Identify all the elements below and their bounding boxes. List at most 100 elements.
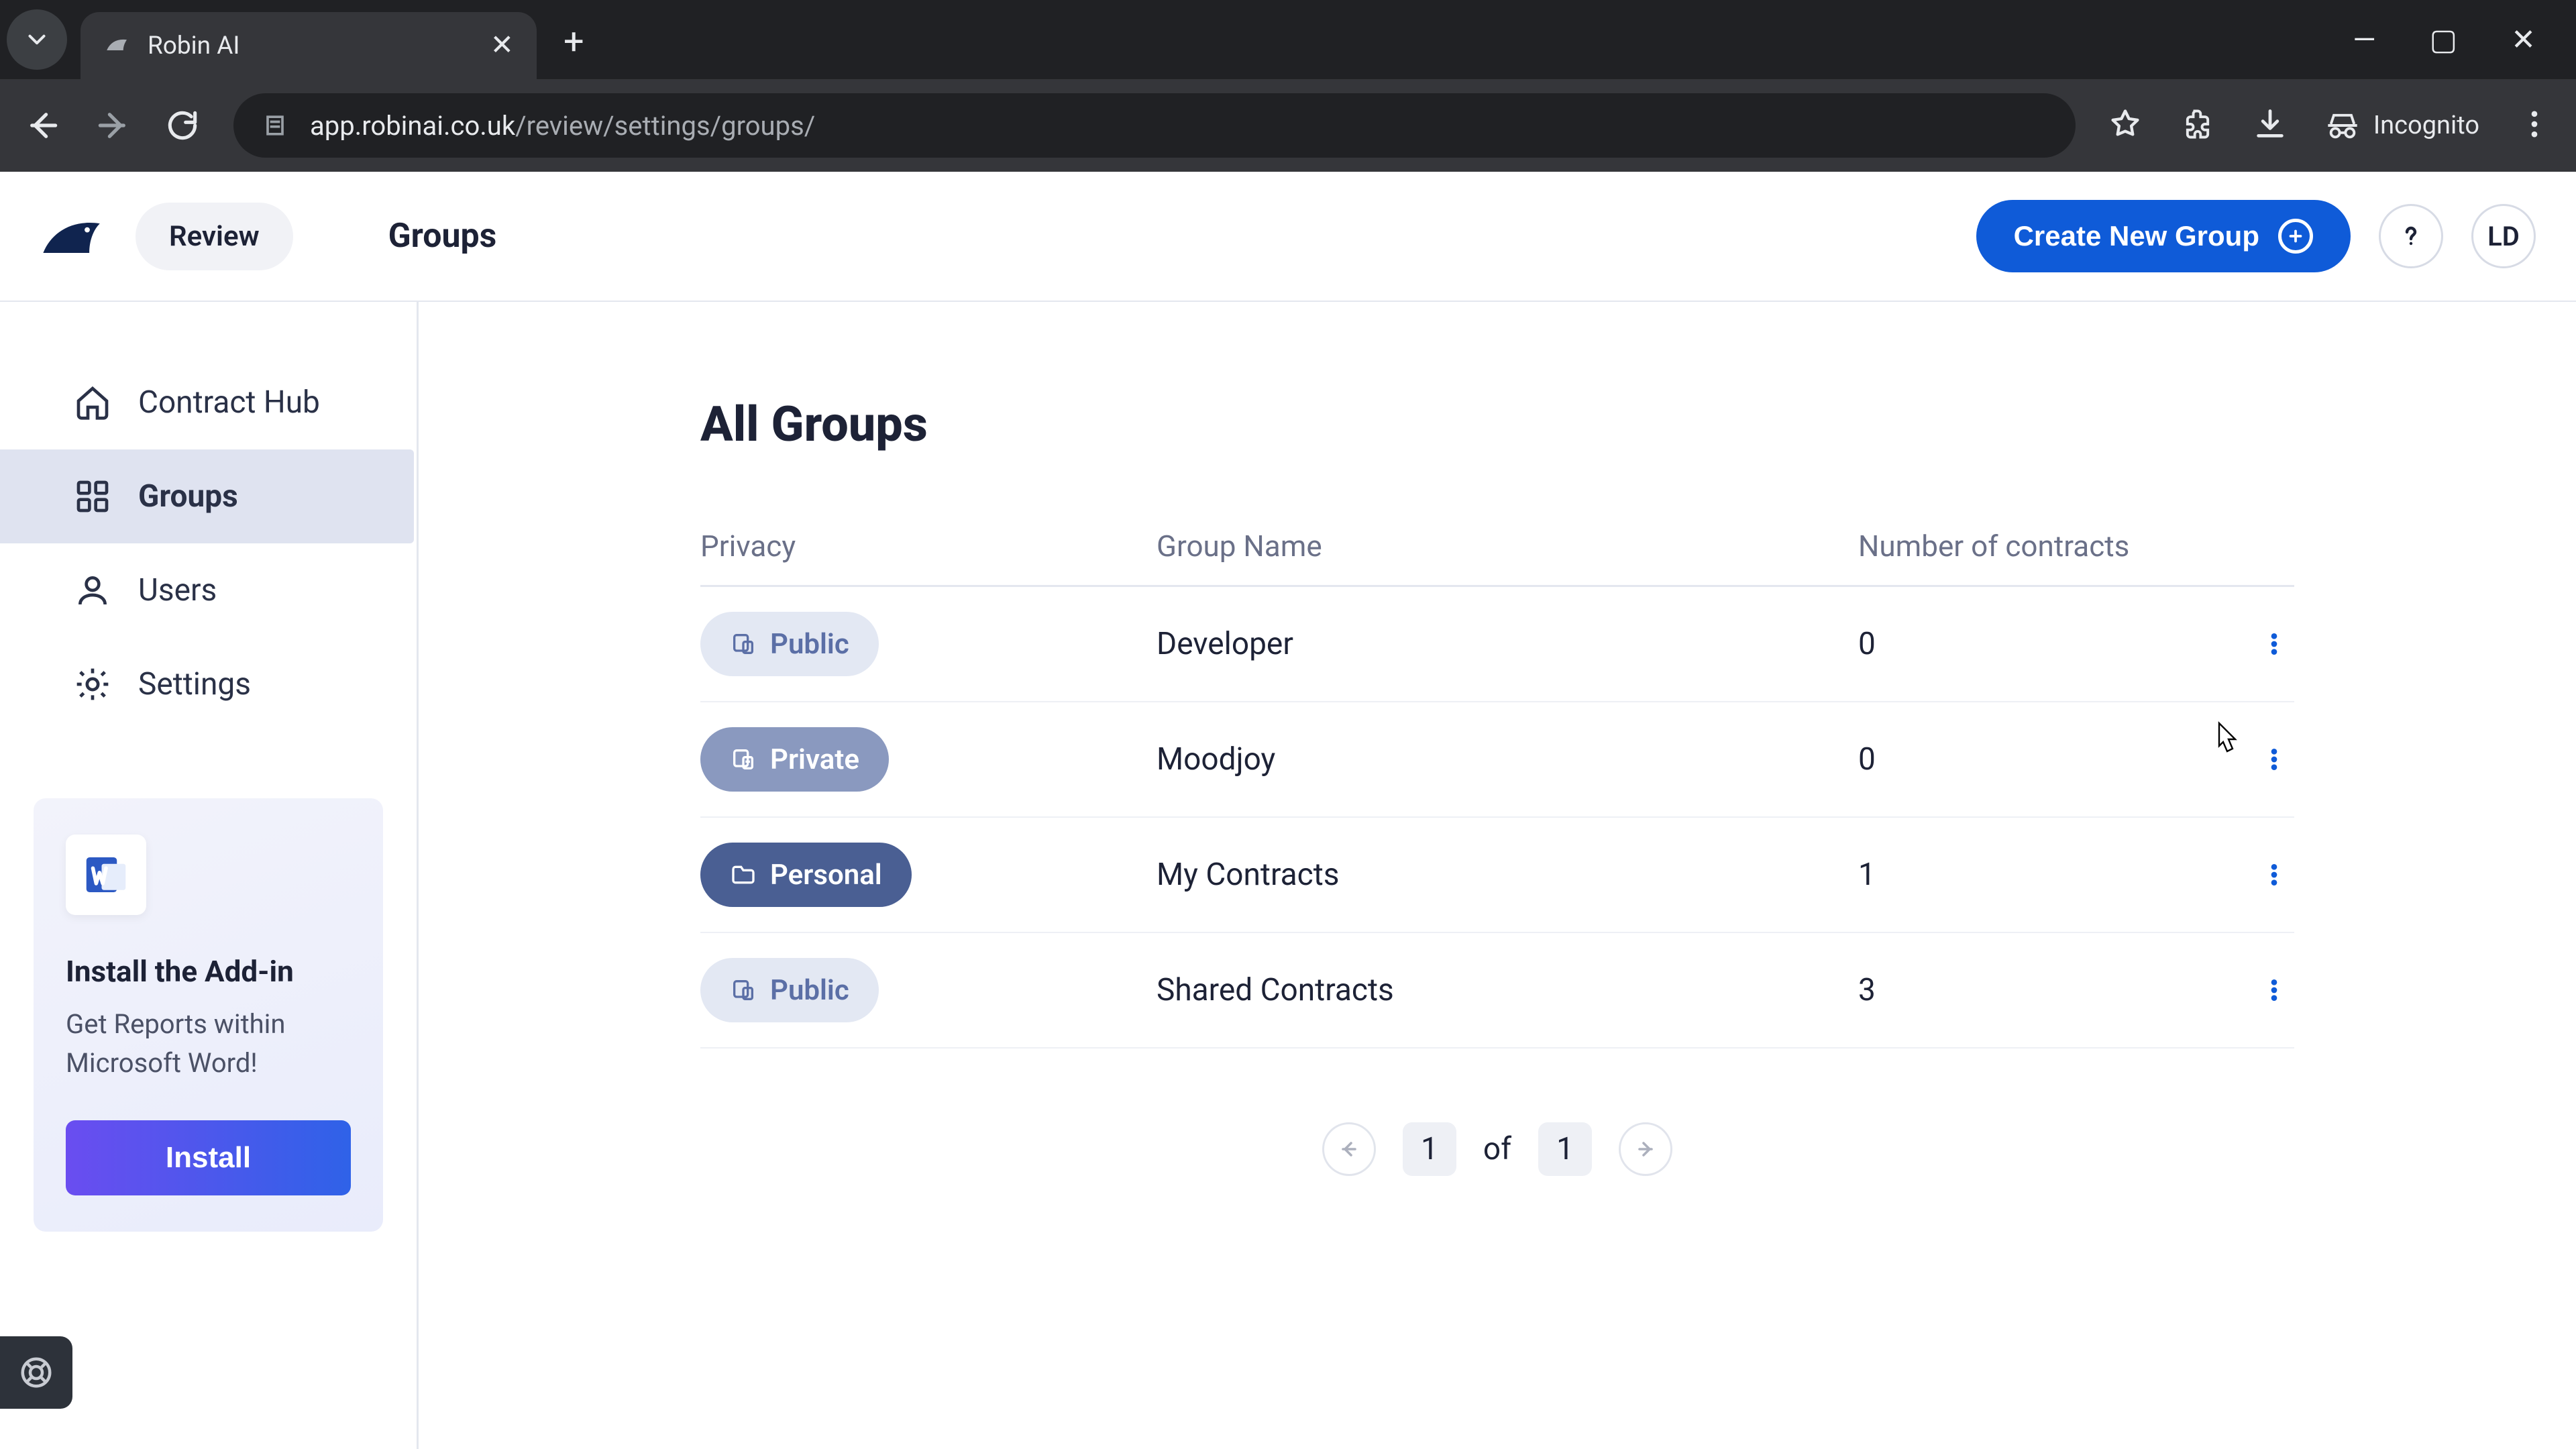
page-total: 1 (1538, 1122, 1592, 1176)
table-row[interactable]: Personal My Contracts 1 (700, 818, 2294, 933)
table-header: Privacy Group Name Number of contracts (700, 506, 2294, 587)
sidebar-item-label: Settings (138, 666, 251, 702)
public-icon (730, 977, 757, 1004)
download-icon (2253, 107, 2288, 142)
kebab-icon (2261, 746, 2288, 773)
forward-button[interactable] (94, 107, 131, 144)
word-icon (66, 835, 146, 915)
privacy-badge-personal: Personal (700, 843, 912, 907)
page-next-button[interactable] (1619, 1122, 1672, 1176)
question-icon (2395, 220, 2427, 252)
page-prev-button[interactable] (1322, 1122, 1376, 1176)
arrow-left-icon (24, 107, 62, 144)
floating-help-button[interactable] (0, 1336, 72, 1409)
app: Review Groups Create New Group LD Contra… (0, 172, 2576, 1449)
addin-title: Install the Add-in (66, 954, 351, 989)
toolbar-actions: Incognito (2108, 107, 2552, 144)
group-name-cell: Moodjoy (1157, 741, 1858, 777)
tab-search-button[interactable] (7, 9, 67, 70)
browser-tab[interactable]: Robin AI ✕ (80, 12, 537, 79)
user-icon (74, 572, 111, 609)
site-info-icon[interactable] (260, 111, 290, 140)
window-controls: ― ▢ ✕ (2353, 22, 2576, 57)
home-icon (74, 384, 111, 421)
page-of-label: of (1483, 1131, 1511, 1167)
install-addin-button[interactable]: Install (66, 1120, 351, 1195)
row-actions-button[interactable] (2254, 855, 2294, 895)
minimize-button[interactable]: ― (2353, 22, 2375, 57)
extensions-button[interactable] (2180, 107, 2215, 144)
sidebar-item-groups[interactable]: Groups (0, 449, 414, 543)
row-actions-button[interactable] (2254, 624, 2294, 664)
arrow-left-icon (1337, 1137, 1361, 1161)
chevron-down-icon (23, 25, 51, 54)
star-icon (2108, 107, 2143, 142)
sidebar-item-label: Users (138, 572, 217, 608)
app-logo[interactable] (34, 199, 107, 273)
address-bar[interactable]: app.robinai.co.uk/review/settings/groups… (233, 93, 2076, 158)
table-row[interactable]: Private Moodjoy 0 (700, 702, 2294, 818)
contract-count-cell: 3 (1858, 972, 2153, 1008)
kebab-icon (2517, 107, 2552, 142)
group-name-cell: Shared Contracts (1157, 972, 1858, 1008)
pagination: 1 of 1 (1322, 1122, 1672, 1176)
kebab-icon (2261, 977, 2288, 1004)
help-button[interactable] (2379, 204, 2443, 268)
reload-button[interactable] (164, 107, 201, 144)
close-window-button[interactable]: ✕ (2511, 22, 2536, 57)
kebab-icon (2261, 631, 2288, 657)
table-row[interactable]: Public Shared Contracts 3 (700, 933, 2294, 1049)
col-group-name: Group Name (1157, 529, 1858, 564)
page-title: Groups (388, 217, 497, 256)
addin-card: Install the Add-in Get Reports within Mi… (34, 798, 383, 1232)
sidebar-item-label: Contract Hub (138, 384, 320, 421)
chrome-menu-button[interactable] (2517, 107, 2552, 144)
row-actions-button[interactable] (2254, 739, 2294, 780)
main-content: All Groups Privacy Group Name Number of … (419, 302, 2576, 1449)
sidebar-item-users[interactable]: Users (0, 543, 414, 637)
group-name-cell: Developer (1157, 626, 1858, 662)
sidebar-item-contract-hub[interactable]: Contract Hub (0, 356, 414, 449)
contract-count-cell: 0 (1858, 626, 2153, 662)
incognito-icon (2325, 108, 2360, 143)
review-chip[interactable]: Review (136, 203, 293, 270)
col-contract-count: Number of contracts (1858, 529, 2153, 564)
privacy-badge-private: Private (700, 727, 889, 792)
plus-circle-icon (2278, 219, 2313, 254)
arrow-right-icon (94, 107, 131, 144)
downloads-button[interactable] (2253, 107, 2288, 144)
user-avatar[interactable]: LD (2471, 204, 2536, 268)
tab-close-icon[interactable]: ✕ (490, 32, 514, 60)
col-privacy: Privacy (700, 529, 1157, 564)
new-tab-button[interactable]: + (564, 21, 584, 63)
public-icon (730, 631, 757, 657)
addin-body: Get Reports within Microsoft Word! (66, 1005, 351, 1083)
robin-bird-icon (37, 209, 104, 263)
content-heading: All Groups (700, 396, 2294, 453)
page-current: 1 (1403, 1122, 1456, 1176)
group-name-cell: My Contracts (1157, 857, 1858, 893)
app-header: Review Groups Create New Group LD (0, 172, 2576, 302)
create-new-group-label: Create New Group (2014, 220, 2259, 252)
toolbar: app.robinai.co.uk/review/settings/groups… (0, 79, 2576, 172)
reload-icon (164, 107, 201, 144)
maximize-button[interactable]: ▢ (2430, 22, 2458, 57)
sidebar-item-settings[interactable]: Settings (0, 637, 414, 731)
puzzle-icon (2180, 107, 2215, 142)
create-new-group-button[interactable]: Create New Group (1976, 200, 2351, 272)
back-button[interactable] (24, 107, 62, 144)
bookmark-button[interactable] (2108, 107, 2143, 144)
privacy-badge-public: Public (700, 612, 879, 676)
tab-strip: Robin AI ✕ + ― ▢ ✕ (0, 0, 2576, 79)
row-actions-button[interactable] (2254, 970, 2294, 1010)
table-row[interactable]: Public Developer 0 (700, 587, 2294, 702)
contract-count-cell: 0 (1858, 741, 2153, 777)
browser-chrome: Robin AI ✕ + ― ▢ ✕ app.robinai.co.uk/rev… (0, 0, 2576, 172)
grid-icon (74, 478, 111, 515)
arrow-right-icon (1633, 1137, 1658, 1161)
private-icon (730, 746, 757, 773)
kebab-icon (2261, 861, 2288, 888)
incognito-indicator[interactable]: Incognito (2325, 108, 2479, 143)
lifebuoy-icon (18, 1354, 54, 1391)
tab-title: Robin AI (148, 32, 474, 60)
